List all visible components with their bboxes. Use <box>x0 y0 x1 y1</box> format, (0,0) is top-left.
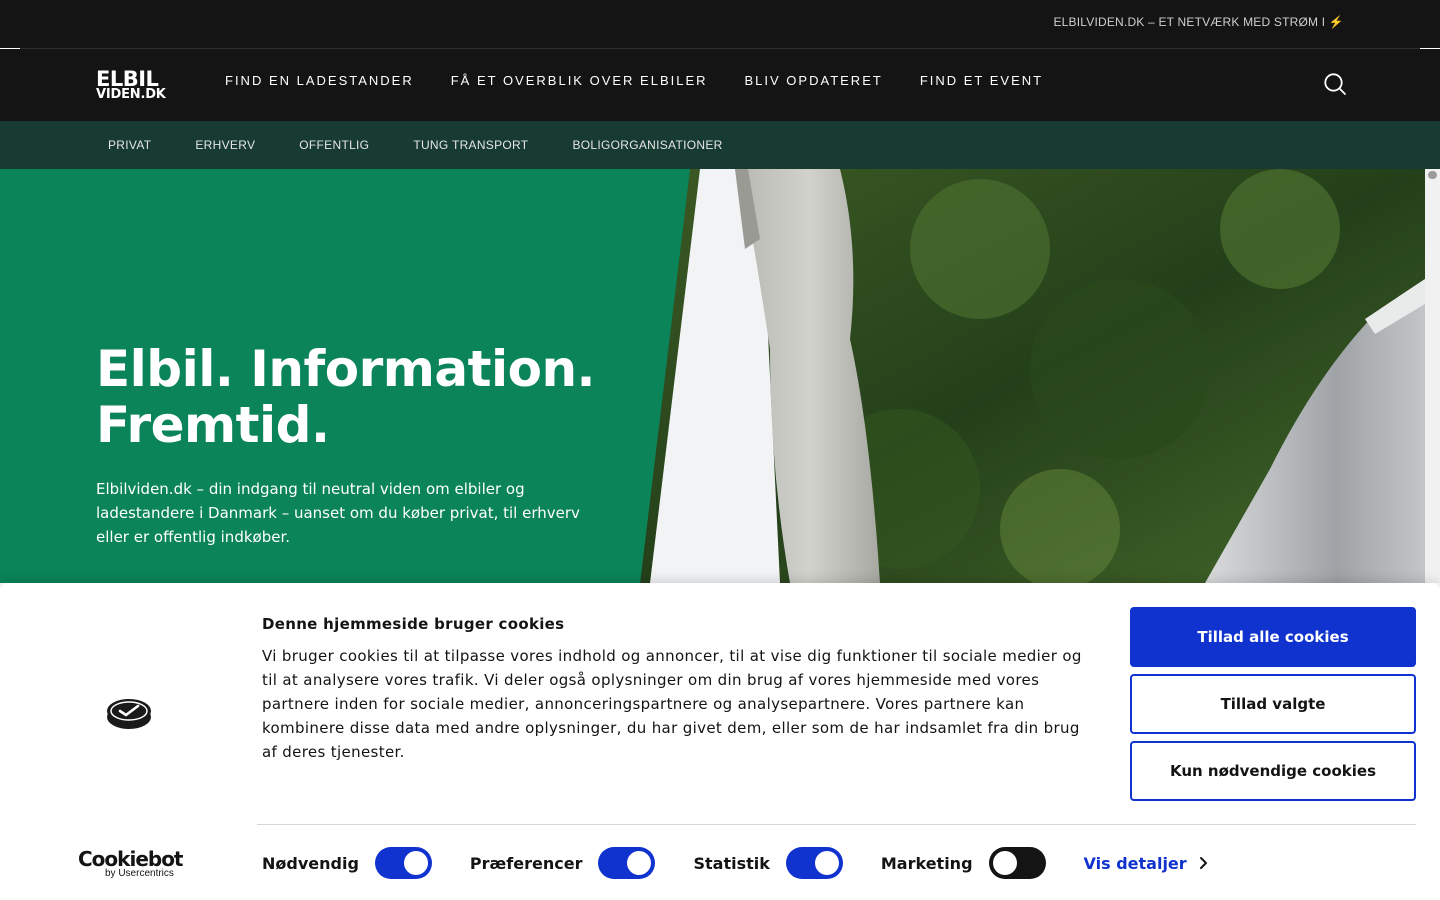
cookiebot-wordmark: Cookiebot <box>78 847 183 871</box>
nav-ev-overview[interactable]: FÅ ET OVERBLIK OVER ELBILER <box>451 73 708 88</box>
audience-subnav: PRIVAT ERHVERV OFFENTLIG TUNG TRANSPORT … <box>0 121 1440 169</box>
nav-find-event[interactable]: FIND ET EVENT <box>920 73 1043 88</box>
cookiebot-byline: by Usercentrics <box>105 868 174 879</box>
top-announcement-bar: ELBILVIDEN.DK – ET NETVÆRK MED STRØM I ⚡ <box>0 0 1440 48</box>
cookie-consent-banner: Denne hjemmeside bruger cookies Vi bruge… <box>0 583 1440 900</box>
cookie-divider <box>257 824 1416 825</box>
chevron-right-icon <box>1199 857 1207 869</box>
hero-title-line-2: Fremtid. <box>96 396 330 454</box>
cookie-category-toggles: Nødvendig Præferencer Statistik Marketin… <box>262 847 1209 879</box>
search-icon <box>1324 73 1346 95</box>
toggle-knob <box>627 851 652 875</box>
page-scrollbar[interactable] <box>1425 169 1440 583</box>
preferences-label: Præferencer <box>469 853 583 873</box>
announcement-text: ELBILVIDEN.DK – ET NETVÆRK MED STRØM I ⚡ <box>1053 15 1344 29</box>
statistics-label: Statistik <box>693 853 770 873</box>
scrollbar-thumb[interactable] <box>1428 171 1437 179</box>
primary-nav-links: FIND EN LADESTANDER FÅ ET OVERBLIK OVER … <box>225 73 1043 88</box>
cookie-description: Vi bruger cookies til at tilpasse vores … <box>262 647 1082 761</box>
cookiebot-logo[interactable]: Cookiebot by Usercentrics <box>78 848 183 879</box>
nav-find-charger[interactable]: FIND EN LADESTANDER <box>225 73 414 88</box>
marketing-toggle[interactable] <box>988 847 1046 879</box>
toggle-knob <box>403 851 428 875</box>
hero-title: Elbil. Information. Fremtid. <box>96 341 656 453</box>
toggle-group-necessary: Nødvendig <box>262 847 432 879</box>
preferences-toggle[interactable] <box>598 847 656 879</box>
necessary-label: Nødvendig <box>262 853 359 873</box>
hero-description: Elbilviden.dk – din indgang til neutral … <box>96 480 580 546</box>
toggle-group-preferences: Præferencer <box>470 847 656 879</box>
hero-section: Elbil. Information. Fremtid. Elbilviden.… <box>0 169 1425 583</box>
toggle-group-marketing: Marketing <box>881 847 1046 879</box>
show-details-label: Vis detaljer <box>1083 853 1187 873</box>
marketing-label: Marketing <box>880 853 973 873</box>
toggle-group-statistics: Statistik <box>693 847 843 879</box>
nav-stay-updated[interactable]: BLIV OPDATERET <box>745 73 883 88</box>
necessary-toggle[interactable] <box>374 847 432 879</box>
subnav-public[interactable]: OFFENTLIG <box>299 138 369 152</box>
logo-line-2: VIDEN.DK <box>96 87 166 102</box>
statistics-toggle[interactable] <box>785 847 843 879</box>
subnav-business[interactable]: ERHVERV <box>195 138 255 152</box>
cookie-brand-icon <box>107 699 151 729</box>
subnav-housing-organisations[interactable]: BOLIGORGANISATIONER <box>572 138 722 152</box>
allow-all-cookies-button[interactable]: Tillad alle cookies <box>1130 607 1416 667</box>
main-navigation: ELBIL VIDEN.DK FIND EN LADESTANDER FÅ ET… <box>0 49 1440 121</box>
hero-title-line-1: Elbil. Information. <box>96 340 596 398</box>
site-logo[interactable]: ELBIL VIDEN.DK <box>96 69 166 102</box>
cookie-title: Denne hjemmeside bruger cookies <box>262 615 565 633</box>
show-details-link[interactable]: Vis detaljer <box>1084 854 1209 873</box>
subnav-heavy-transport[interactable]: TUNG TRANSPORT <box>413 138 528 152</box>
toggle-knob <box>992 851 1017 875</box>
search-button[interactable] <box>1322 71 1348 97</box>
necessary-cookies-only-button[interactable]: Kun nødvendige cookies <box>1130 741 1416 801</box>
subnav-private[interactable]: PRIVAT <box>108 138 151 152</box>
toggle-knob <box>814 851 839 875</box>
allow-selected-cookies-button[interactable]: Tillad valgte <box>1130 674 1416 734</box>
